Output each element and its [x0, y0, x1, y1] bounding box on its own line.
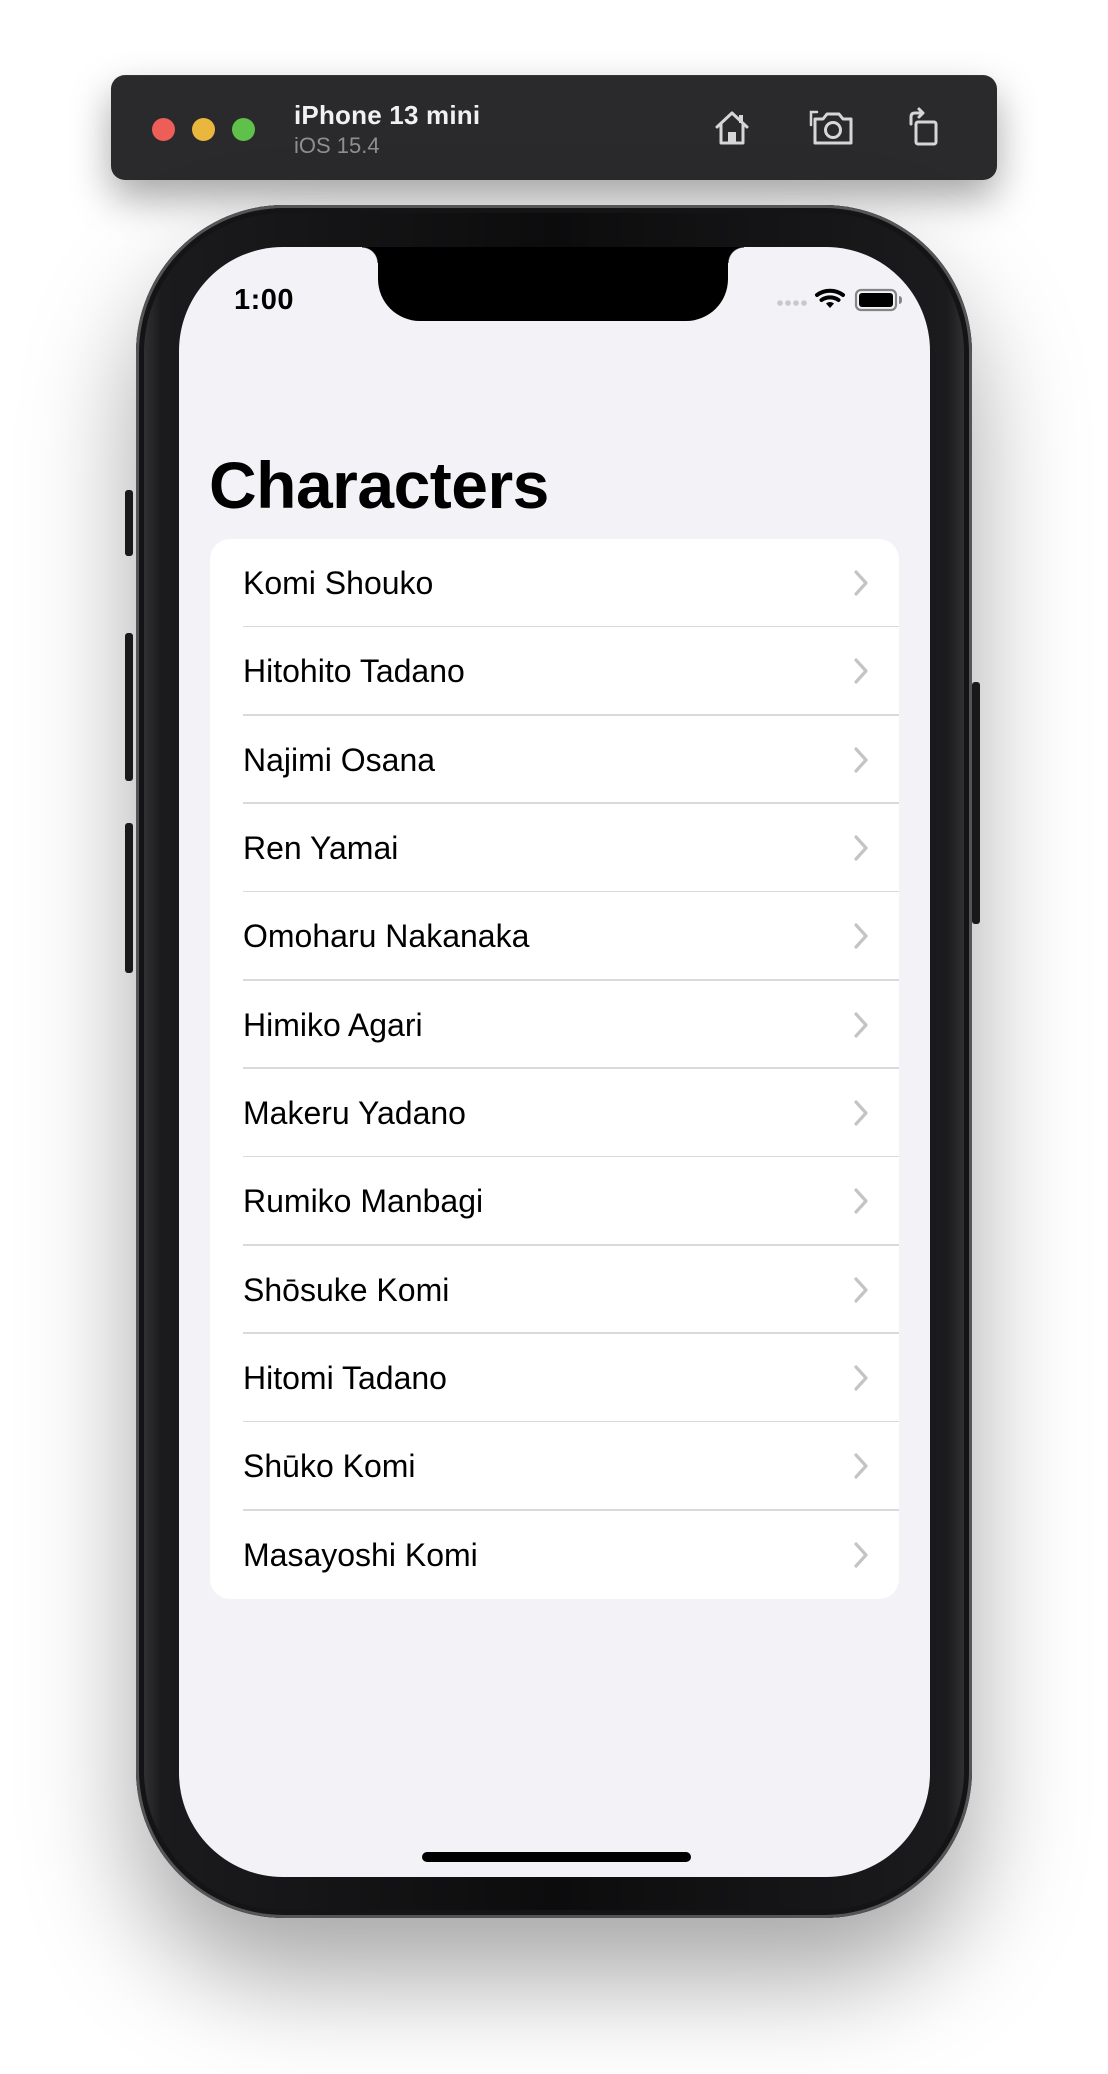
zoom-window-button[interactable] [232, 118, 255, 141]
chevron-right-icon [854, 747, 868, 773]
list-item-label: Makeru Yadano [243, 1094, 466, 1131]
chevron-right-icon [854, 1277, 868, 1303]
minimize-window-button[interactable] [192, 118, 215, 141]
chevron-right-icon [854, 835, 868, 861]
status-time: 1:00 [234, 284, 295, 316]
home-icon [715, 111, 749, 145]
list-item[interactable]: Masayoshi Komi [210, 1511, 899, 1599]
status-icons [777, 288, 902, 312]
chevron-right-icon [854, 658, 868, 684]
chevron-right-icon [854, 1188, 868, 1214]
page-title: Characters [209, 448, 549, 522]
list-item-label: Shōsuke Komi [243, 1271, 450, 1308]
list-item-label: Shūko Komi [243, 1448, 416, 1485]
list-item[interactable]: Himiko Agari [210, 981, 899, 1069]
close-window-button[interactable] [152, 118, 175, 141]
volume-up-button [125, 633, 133, 781]
home-button[interactable] [707, 103, 757, 153]
list-item[interactable]: Komi Shouko [210, 539, 899, 628]
list-item-label: Ren Yamai [243, 829, 399, 866]
list-item[interactable]: Rumiko Manbagi [210, 1157, 899, 1246]
chevron-right-icon [854, 1100, 868, 1126]
list-item-label: Himiko Agari [243, 1006, 423, 1043]
mute-switch [125, 490, 133, 556]
rotate-button[interactable] [899, 103, 949, 153]
rotate-icon [909, 107, 938, 146]
home-indicator[interactable] [422, 1852, 691, 1862]
list-item[interactable]: Najimi Osana [210, 716, 899, 804]
device-os-version: iOS 15.4 [294, 133, 380, 158]
list-item-label: Komi Shouko [243, 565, 434, 601]
chevron-right-icon [854, 570, 868, 596]
simulator-toolbar: iPhone 13 mini iOS 15.4 [111, 75, 997, 180]
list-item-label: Rumiko Manbagi [243, 1183, 484, 1220]
list-item[interactable]: Shōsuke Komi [210, 1246, 899, 1334]
list-item[interactable]: Shūko Komi [210, 1422, 899, 1511]
battery-icon [854, 288, 902, 312]
list-item[interactable]: Omoharu Nakanaka [210, 892, 899, 981]
list-item-label: Najimi Osana [243, 741, 436, 778]
list-item[interactable]: Ren Yamai [210, 804, 899, 893]
characters-list: Komi Shouko Hitohito Tadano Najimi Osana Re… [210, 539, 899, 1599]
chevron-right-icon [854, 1542, 868, 1568]
wifi-icon [815, 288, 845, 308]
power-button [972, 682, 980, 924]
camera-icon [809, 110, 853, 145]
chevron-right-icon [854, 1365, 868, 1391]
phone-screen: 1:00 Characters Komi Shouko Hitohito Tada… [179, 247, 930, 1877]
volume-down-button [125, 823, 133, 973]
chevron-right-icon [854, 1453, 868, 1479]
list-item[interactable]: Hitohito Tadano [210, 627, 899, 716]
chevron-right-icon [854, 923, 868, 949]
list-item-label: Masayoshi Komi [243, 1536, 478, 1573]
device-name: iPhone 13 mini [294, 100, 481, 130]
list-item[interactable]: Makeru Yadano [210, 1069, 899, 1158]
notch [362, 247, 744, 321]
chevron-right-icon [854, 1012, 868, 1038]
cellular-dots-icon [777, 300, 807, 306]
list-item-label: Hitohito Tadano [243, 653, 465, 690]
screenshot-button[interactable] [808, 103, 858, 153]
list-item[interactable]: Hitomi Tadano [210, 1334, 899, 1423]
list-item-label: Omoharu Nakanaka [243, 918, 530, 955]
list-item-label: Hitomi Tadano [243, 1359, 447, 1396]
